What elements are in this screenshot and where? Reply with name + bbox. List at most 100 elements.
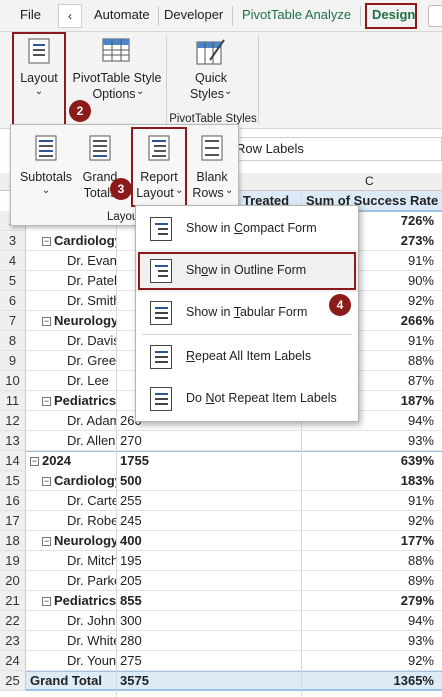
row-header[interactable]: 11 xyxy=(0,391,26,411)
row-label[interactable]: Dr. Adams xyxy=(67,411,116,431)
count-cell[interactable]: 3575 xyxy=(120,671,296,691)
row-label[interactable]: Cardiology xyxy=(54,231,116,251)
row-label[interactable]: Dr. White xyxy=(67,631,116,651)
formula-input[interactable]: Row Labels xyxy=(229,137,442,161)
count-cell[interactable]: 205 xyxy=(120,571,296,591)
blank-rows-icon xyxy=(201,135,223,161)
menu-item-no-repeat-labels[interactable]: Do Not Repeat Item Labels xyxy=(136,378,358,420)
row-header[interactable]: 6 xyxy=(0,291,26,311)
collapse-toggle-icon[interactable]: − xyxy=(42,317,51,326)
row-header[interactable]: 20 xyxy=(0,571,26,591)
count-cell[interactable]: 270 xyxy=(120,431,296,451)
row-header[interactable]: 22 xyxy=(0,611,26,631)
row-label[interactable]: Dr. Smith xyxy=(67,291,116,311)
row-label[interactable]: Dr. Parker xyxy=(67,571,116,591)
comment-icon[interactable] xyxy=(428,5,442,27)
row-label[interactable]: Neurology xyxy=(54,531,116,551)
row-header[interactable]: 4 xyxy=(0,251,26,271)
success-rate-cell[interactable]: 279% xyxy=(302,591,434,611)
row-label[interactable]: Dr. Carter xyxy=(67,491,116,511)
row-label[interactable]: Grand Total xyxy=(30,671,116,691)
success-rate-cell[interactable]: 91% xyxy=(302,491,434,511)
icon-line xyxy=(155,307,168,309)
count-cell[interactable]: 280 xyxy=(120,631,296,651)
collapse-toggle-icon[interactable]: − xyxy=(42,537,51,546)
count-cell[interactable]: 400 xyxy=(120,531,296,551)
success-rate-cell[interactable]: 93% xyxy=(302,631,434,651)
row-header[interactable]: 9 xyxy=(0,351,26,371)
count-cell[interactable]: 275 xyxy=(120,651,296,671)
row-header[interactable]: 24 xyxy=(0,651,26,671)
row-label[interactable]: Dr. Davis xyxy=(67,331,116,351)
row-label[interactable]: Cardiology xyxy=(54,471,116,491)
row-label[interactable]: Dr. Mitchell xyxy=(67,551,116,571)
success-rate-cell[interactable]: 93% xyxy=(302,431,434,451)
row-label[interactable]: Dr. Allen xyxy=(67,431,116,451)
success-rate-cell[interactable]: 94% xyxy=(302,611,434,631)
row-header[interactable]: 15 xyxy=(0,471,26,491)
subtotals-button[interactable]: Subtotals ⌄ xyxy=(17,131,75,203)
count-cell[interactable]: 255 xyxy=(120,491,296,511)
tab-automate[interactable]: Automate xyxy=(94,7,150,22)
row-label[interactable]: Dr. Lee xyxy=(67,371,116,391)
row-label[interactable]: Neurology xyxy=(54,311,116,331)
success-rate-cell[interactable]: 88% xyxy=(302,551,434,571)
row-label[interactable]: Pediatrics xyxy=(54,591,116,611)
success-rate-cell[interactable]: 92% xyxy=(302,511,434,531)
tab-pivottable-analyze[interactable]: PivotTable Analyze xyxy=(242,7,351,22)
row-label[interactable]: Dr. Green xyxy=(67,351,116,371)
collapse-toggle-icon[interactable]: − xyxy=(42,477,51,486)
success-rate-cell[interactable]: 1365% xyxy=(302,671,434,691)
count-cell[interactable]: 300 xyxy=(120,611,296,631)
row-header[interactable]: 3 xyxy=(0,231,26,251)
row-label[interactable]: Dr. Young xyxy=(67,651,116,671)
success-rate-cell[interactable]: 92% xyxy=(302,651,434,671)
row-header[interactable]: 7 xyxy=(0,311,26,331)
row-label[interactable]: 2024 xyxy=(42,451,116,471)
count-cell[interactable]: 195 xyxy=(120,551,296,571)
row-header[interactable]: 23 xyxy=(0,631,26,651)
row-header[interactable]: 16 xyxy=(0,491,26,511)
row-label[interactable]: Dr. Johnson xyxy=(67,611,116,631)
count-cell[interactable]: 1755 xyxy=(120,451,296,471)
row-header[interactable]: 21 xyxy=(0,591,26,611)
quick-styles-button[interactable]: Quick Styles ⌄ xyxy=(178,32,244,108)
count-cell[interactable]: 500 xyxy=(120,471,296,491)
row-label[interactable]: Pediatrics xyxy=(54,391,116,411)
row-label[interactable]: Dr. Roberts xyxy=(67,511,116,531)
row-header[interactable]: 19 xyxy=(0,551,26,571)
row-label[interactable]: Dr. Evans xyxy=(67,251,116,271)
chevron-left-icon[interactable]: ‹ xyxy=(58,4,82,28)
row-header[interactable]: 10 xyxy=(0,371,26,391)
success-rate-cell[interactable]: 177% xyxy=(302,531,434,551)
collapse-toggle-icon[interactable]: − xyxy=(30,457,39,466)
row-header[interactable]: 18 xyxy=(0,531,26,551)
row-header[interactable]: 12 xyxy=(0,411,26,431)
row-header[interactable]: 5 xyxy=(0,271,26,291)
menu-item-tabular-form[interactable]: Show in Tabular Form xyxy=(136,292,358,334)
report-layout-menu: Show in Compact Form Show in Outline Form… xyxy=(135,205,359,422)
collapse-toggle-icon[interactable]: − xyxy=(42,397,51,406)
success-rate-cell[interactable]: 639% xyxy=(302,451,434,471)
column-letter-c[interactable]: C xyxy=(365,174,374,188)
row-header[interactable]: 25 xyxy=(0,671,26,691)
count-cell[interactable]: 855 xyxy=(120,591,296,611)
row-header[interactable]: 8 xyxy=(0,331,26,351)
menu-item-compact-form[interactable]: Show in Compact Form xyxy=(136,208,358,250)
pivottable-style-options-button[interactable]: PivotTable Style Options ⌄ xyxy=(72,32,162,106)
success-rate-cell[interactable]: 183% xyxy=(302,471,434,491)
row-header[interactable]: 13 xyxy=(0,431,26,451)
blank-rows-button[interactable]: Blank Rows ⌄ xyxy=(189,131,235,203)
collapse-toggle-icon[interactable]: − xyxy=(42,597,51,606)
collapse-toggle-icon[interactable]: − xyxy=(42,237,51,246)
menu-item-repeat-labels[interactable]: Repeat All Item Labels xyxy=(136,336,358,378)
row-header[interactable]: 14 xyxy=(0,451,26,471)
tab-file[interactable]: File xyxy=(20,7,41,22)
blank-rows-label-line1: Blank xyxy=(196,170,228,184)
row-header[interactable]: 17 xyxy=(0,511,26,531)
tab-developer[interactable]: Developer xyxy=(164,7,223,22)
count-cell[interactable]: 245 xyxy=(120,511,296,531)
row-label[interactable]: Dr. Patel xyxy=(67,271,116,291)
success-rate-cell[interactable]: 89% xyxy=(302,571,434,591)
ribbon: Layout ⌄ PivotTable Style Options ⌄ Quic… xyxy=(0,32,442,128)
